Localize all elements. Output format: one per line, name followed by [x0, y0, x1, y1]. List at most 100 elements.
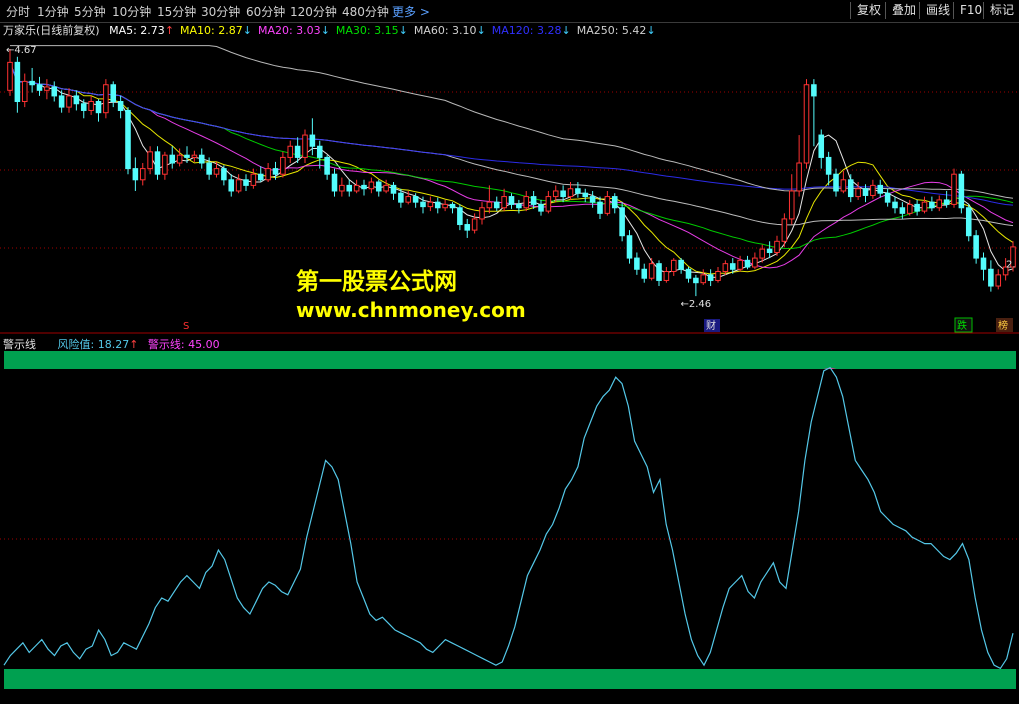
period-2[interactable]: 5分钟 — [74, 3, 106, 20]
candle-body — [988, 268, 994, 287]
candle-body — [604, 196, 611, 214]
candle-body — [670, 259, 677, 273]
indicator-legend: 警示线 风险值: 18.27↑ 警示线: 45.00 — [3, 336, 220, 352]
candle-body — [198, 154, 205, 164]
candle-body — [80, 103, 87, 111]
ma-arrow-icon: ↑ — [164, 24, 175, 37]
toolbar-button-3[interactable]: F10 — [953, 2, 982, 19]
period-7[interactable]: 120分钟 — [290, 3, 337, 20]
candle-body — [272, 168, 279, 175]
warning-indicator-chart[interactable] — [0, 334, 1019, 704]
ma-arrow-icon: ↓ — [242, 24, 252, 37]
period-toolbar: 分时 1分钟 5分钟 10分钟 15分钟 30分钟 60分钟 120分钟 480分钟 更多 > 复权… — [0, 0, 1019, 23]
candle-body — [752, 257, 758, 268]
candle-body — [906, 203, 913, 214]
low-price-label: ←2.46 — [681, 299, 712, 310]
period-5[interactable]: 30分钟 — [201, 3, 240, 20]
candle-body — [287, 145, 294, 158]
candle-body — [678, 259, 684, 270]
candle-body — [265, 168, 271, 181]
toolbar-button-1[interactable]: 叠加 — [885, 2, 916, 19]
candle-body — [375, 181, 382, 192]
candle-body — [560, 190, 566, 198]
candle-body — [412, 196, 419, 203]
candle-body — [95, 101, 102, 114]
candle-body — [21, 80, 28, 103]
candle-body — [840, 179, 847, 192]
candle-body — [147, 151, 153, 170]
period-6[interactable]: 60分钟 — [246, 3, 285, 20]
toolbar-button-2[interactable]: 画线 — [919, 2, 950, 19]
candle-body — [870, 184, 876, 196]
candlestick-chart[interactable]: ←4.67 ←2.46 2. S 财 跌 榜 — [0, 22, 1019, 334]
candle-body — [464, 224, 471, 231]
candle-body — [191, 154, 198, 158]
candle-body — [368, 181, 375, 190]
candle-body — [398, 192, 404, 203]
candle-body — [110, 84, 117, 103]
candle-body — [169, 154, 176, 164]
ma10-line — [9, 62, 1014, 275]
candle-body — [884, 192, 891, 203]
candle-body — [530, 196, 537, 205]
period-1[interactable]: 1分钟 — [37, 3, 69, 20]
indicator-name: 警示线 — [3, 338, 36, 351]
candle-body — [420, 201, 426, 208]
candle-body — [744, 259, 751, 268]
candle-body — [788, 190, 795, 220]
ma-legend-1: MA10: 2.87 — [180, 24, 243, 37]
candle-body — [44, 86, 50, 91]
candle-body — [243, 179, 249, 186]
candle-body — [361, 184, 367, 190]
candle-body — [457, 207, 463, 226]
candle-body — [663, 271, 670, 281]
period-4[interactable]: 15分钟 — [157, 3, 196, 20]
candle-body — [7, 61, 13, 91]
candle-body — [862, 188, 869, 196]
more-periods-button[interactable]: 更多 > — [392, 3, 430, 20]
marker-bang: 榜 — [998, 319, 1008, 332]
ma20-line — [9, 62, 1014, 269]
candle-body — [715, 271, 721, 281]
candle-body — [390, 184, 397, 194]
period-0[interactable]: 分时 — [6, 3, 30, 20]
candle-body — [250, 173, 257, 186]
ma30-line — [9, 62, 1014, 250]
candle-body — [803, 84, 810, 164]
candle-body — [479, 207, 485, 220]
candle-body — [729, 263, 736, 270]
candle-body — [346, 184, 353, 192]
candle-body — [847, 179, 854, 198]
ma120-line — [9, 62, 1014, 206]
risk-arrow-icon: ↑ — [129, 338, 139, 351]
candle-body — [427, 201, 434, 208]
candle-body — [66, 95, 72, 108]
candle-body — [501, 196, 507, 209]
period-3[interactable]: 10分钟 — [112, 3, 151, 20]
candle-body — [471, 218, 478, 231]
toolbar-button-0[interactable]: 复权 — [850, 2, 881, 19]
candle-body — [722, 263, 729, 273]
period-8[interactable]: 480分钟 — [342, 3, 389, 20]
ma-legend-0: MA5: 2.73 — [109, 24, 165, 37]
candle-body — [766, 248, 773, 253]
ma-arrow-icon: ↓ — [320, 24, 330, 37]
candle-body — [589, 196, 596, 203]
ma-arrow-icon: ↓ — [398, 24, 408, 37]
candle-body — [737, 259, 743, 270]
candle-body — [958, 173, 965, 209]
candle-body — [302, 134, 308, 158]
candle-body — [914, 203, 920, 212]
candle-body — [213, 168, 220, 175]
watermark-url: www.chnmoney.com — [296, 298, 526, 322]
candle-body — [538, 203, 544, 212]
ma-arrow-icon: ↓ — [561, 24, 571, 37]
candle-body — [597, 201, 603, 214]
marker-cai: 财 — [706, 319, 716, 332]
ma-legend: 万家乐(日线前复权) MA5: 2.73↑ MA10: 2.87↓ MA20: 3.… — [3, 22, 656, 38]
ma-arrow-icon: ↓ — [476, 24, 486, 37]
candle-body — [980, 257, 987, 270]
candle-body — [14, 61, 21, 103]
candle-body — [936, 199, 943, 209]
toolbar-button-4[interactable]: 标记 — [983, 2, 1014, 19]
